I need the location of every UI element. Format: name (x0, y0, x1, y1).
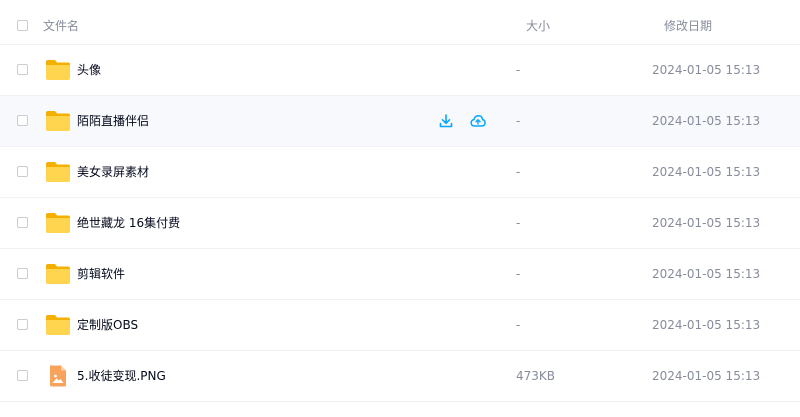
file-size: - (516, 216, 521, 230)
file-list-header: 文件名 大小 修改日期 (0, 0, 800, 45)
file-date: 2024-01-05 15:13 (652, 369, 761, 383)
file-name[interactable]: 陌陌直播伴侣 (77, 113, 149, 129)
file-size: - (516, 267, 521, 281)
file-size: 473KB (516, 369, 556, 383)
file-name[interactable]: 美女录屏素材 (77, 164, 149, 180)
file-name[interactable]: 定制版OBS (77, 317, 138, 333)
row-checkbox[interactable] (17, 319, 28, 330)
file-date: 2024-01-05 15:13 (652, 165, 761, 179)
folder-icon (46, 213, 70, 233)
column-header-name[interactable]: 文件名 (43, 17, 79, 34)
file-name[interactable]: 头像 (77, 62, 101, 78)
folder-icon (46, 162, 70, 182)
file-name[interactable]: 绝世藏龙 16集付费 (77, 215, 180, 231)
file-size: - (516, 318, 521, 332)
image-file-icon (50, 365, 66, 387)
row-checkbox[interactable] (17, 64, 28, 75)
cloud-save-icon[interactable] (470, 113, 486, 129)
row-checkbox[interactable] (17, 217, 28, 228)
file-date: 2024-01-05 15:13 (652, 114, 761, 128)
file-name[interactable]: 剪辑软件 (77, 266, 125, 282)
download-icon[interactable] (438, 113, 454, 129)
file-row[interactable]: 5.收徒变现.PNG 473KB 2024-01-05 15:13 (0, 351, 800, 402)
row-checkbox[interactable] (17, 370, 28, 381)
file-list: 文件名 大小 修改日期 头像 - 2024-01-05 15:13 陌陌直播伴侣… (0, 0, 800, 417)
folder-icon (46, 264, 70, 284)
file-row[interactable]: 绝世藏龙 16集付费 - 2024-01-05 15:13 (0, 198, 800, 249)
column-header-date[interactable]: 修改日期 (664, 17, 712, 34)
file-date: 2024-01-05 15:13 (652, 267, 761, 281)
file-date: 2024-01-05 15:13 (652, 63, 761, 77)
row-checkbox[interactable] (17, 166, 28, 177)
select-all-checkbox[interactable] (17, 20, 28, 31)
folder-icon (46, 111, 70, 131)
file-row[interactable]: 剪辑软件 - 2024-01-05 15:13 (0, 249, 800, 300)
file-row[interactable]: 头像 - 2024-01-05 15:13 (0, 45, 800, 96)
row-checkbox[interactable] (17, 115, 28, 126)
file-row[interactable]: 陌陌直播伴侣 - 2024-01-05 15:13 (0, 96, 800, 147)
row-checkbox[interactable] (17, 268, 28, 279)
file-date: 2024-01-05 15:13 (652, 318, 761, 332)
column-header-size[interactable]: 大小 (526, 17, 550, 34)
file-size: - (516, 63, 521, 77)
file-row[interactable]: 定制版OBS - 2024-01-05 15:13 (0, 300, 800, 351)
file-row[interactable]: 美女录屏素材 - 2024-01-05 15:13 (0, 147, 800, 198)
file-name[interactable]: 5.收徒变现.PNG (77, 368, 166, 384)
file-size: - (516, 114, 521, 128)
file-date: 2024-01-05 15:13 (652, 216, 761, 230)
file-size: - (516, 165, 521, 179)
folder-icon (46, 315, 70, 335)
folder-icon (46, 60, 70, 80)
